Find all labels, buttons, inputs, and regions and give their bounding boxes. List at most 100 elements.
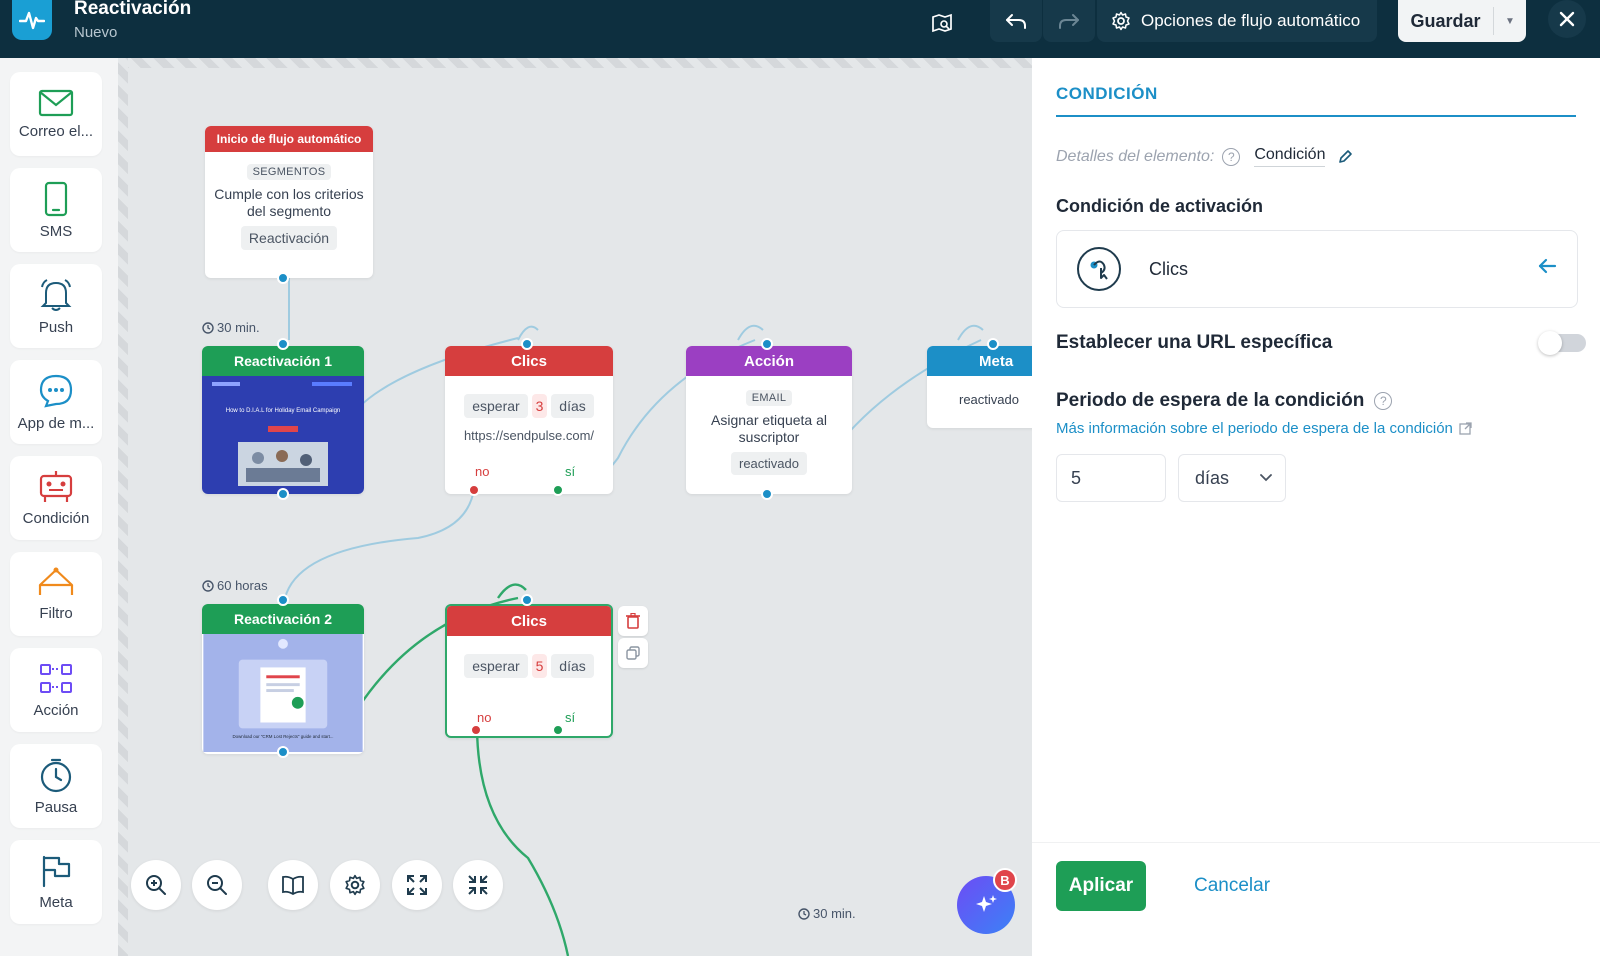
chat-icon [39, 374, 73, 407]
wait-period-label: Periodo de espera de la condición [1056, 390, 1365, 411]
undo-icon [1006, 14, 1026, 29]
segment-name-chip: Reactivación [240, 226, 338, 250]
save-button[interactable]: Guardar [1398, 7, 1494, 35]
redo-icon [1059, 14, 1079, 29]
flow-canvas[interactable]: Inicio de flujo automático SEGMENTOS Cum… [118, 58, 1032, 956]
flow-title[interactable]: Reactivación [74, 0, 191, 20]
email-1-output-port[interactable] [277, 488, 289, 500]
specific-url-label: Establecer una URL específica [1056, 332, 1333, 353]
clicks-1-input-port[interactable] [521, 338, 533, 350]
app-logo[interactable] [12, 0, 52, 40]
clicks-2-yes-port[interactable] [552, 724, 564, 736]
email-2-input-port[interactable] [277, 594, 289, 606]
delay-text-2: 60 horas [217, 578, 268, 593]
tool-email[interactable]: Correo el... [10, 72, 102, 156]
delay-text-1: 30 min. [217, 320, 260, 335]
canvas-settings-button[interactable] [330, 860, 380, 910]
action-input-port[interactable] [761, 338, 773, 350]
action-output-port[interactable] [761, 488, 773, 500]
tool-goal[interactable]: Meta [10, 840, 102, 924]
segment-criteria-text: Cumple con los criterios del segmento [214, 186, 364, 219]
goal-header: Meta [927, 346, 1032, 376]
start-output-port[interactable] [277, 272, 289, 284]
collapse-view-button[interactable] [453, 860, 503, 910]
mail-icon [38, 89, 74, 116]
undo-button[interactable] [990, 0, 1042, 42]
specific-url-toggle[interactable] [1538, 331, 1586, 355]
tool-pause[interactable]: Pausa [10, 744, 102, 828]
flow-options-label: Opciones de flujo automático [1141, 11, 1361, 30]
delay-label-2: 60 horas [202, 578, 268, 593]
clicks-condition-node-1[interactable]: Clics esperar 3 días https://sendpulse.c… [445, 346, 613, 494]
delay-text-3: 30 min. [813, 906, 856, 921]
goal-input-port[interactable] [987, 338, 999, 350]
panel-title-underline [1056, 115, 1576, 117]
close-button[interactable] [1548, 0, 1586, 38]
email-node-2[interactable]: Reactivación 2 Download our "CRM Lost Re… [202, 604, 364, 754]
zoom-in-button[interactable] [131, 860, 181, 910]
apply-button[interactable]: Aplicar [1056, 861, 1146, 911]
wait-period-input[interactable] [1056, 454, 1166, 502]
element-details-label: Detalles del elemento: [1056, 147, 1215, 165]
zoom-in-icon [146, 875, 166, 895]
clicks-2-input-port[interactable] [521, 594, 533, 606]
tool-push[interactable]: Push [10, 264, 102, 348]
redo-button[interactable] [1043, 0, 1095, 42]
gear-icon [345, 874, 365, 896]
tool-condition-label: Condición [22, 509, 90, 527]
tool-sms[interactable]: SMS [10, 168, 102, 252]
clock-icon [798, 907, 810, 920]
panel-title: CONDICIÓN [1056, 84, 1158, 103]
clicks-1-url: https://sendpulse.com/ [463, 428, 595, 443]
clicks-1-wait-label: esperar [464, 394, 528, 418]
activation-condition-selector[interactable]: Clics [1056, 230, 1578, 308]
clicks-1-no-port[interactable] [468, 484, 480, 496]
action-description: Asignar etiqueta al suscriptor [711, 412, 827, 445]
guide-button[interactable] [268, 860, 318, 910]
zoom-out-button[interactable] [192, 860, 242, 910]
save-options-chevron-icon[interactable]: ▼ [1494, 16, 1526, 27]
action-icon [40, 663, 72, 693]
phone-icon [44, 181, 68, 216]
tool-messenger[interactable]: App de m... [10, 360, 102, 444]
tool-action-label: Acción [33, 701, 79, 719]
tool-email-label: Correo el... [18, 122, 94, 140]
action-node[interactable]: Acción EMAIL Asignar etiqueta al suscrip… [686, 346, 852, 494]
delete-node-button[interactable] [618, 606, 648, 636]
tool-filter[interactable]: Filtro [10, 552, 102, 636]
tool-condition[interactable]: Condición [10, 456, 102, 540]
fit-view-button[interactable] [392, 860, 442, 910]
clicks-condition-node-2[interactable]: Clics esperar 5 días no sí [445, 604, 613, 738]
clicks-2-no-port[interactable] [470, 724, 482, 736]
email-node-1[interactable]: Reactivación 1 How to D.I.A.L for Holida… [202, 346, 364, 494]
clicks-1-yes-port[interactable] [552, 484, 564, 496]
flow-start-node[interactable]: Inicio de flujo automático SEGMENTOS Cum… [205, 126, 373, 278]
tool-action[interactable]: Acción [10, 648, 102, 732]
help-icon[interactable]: ? [1222, 147, 1241, 166]
map-button[interactable] [922, 6, 962, 42]
flow-start-header: Inicio de flujo automático [205, 126, 373, 152]
email-1-input-port[interactable] [277, 338, 289, 350]
email-2-output-port[interactable] [277, 746, 289, 758]
cancel-button[interactable]: Cancelar [1194, 861, 1270, 911]
wait-period-info-text: Más información sobre el periodo de espe… [1056, 420, 1453, 437]
arrow-left-icon[interactable] [1537, 257, 1557, 275]
flow-options-button[interactable]: Opciones de flujo automático [1097, 0, 1377, 42]
email-node-2-header: Reactivación 2 [202, 604, 364, 634]
help-icon[interactable]: ? [1374, 392, 1393, 410]
activation-condition-label: Condición de activación [1056, 196, 1264, 216]
element-name[interactable]: Condición [1254, 146, 1326, 167]
ai-notification-badge: B [993, 868, 1017, 892]
wait-period-unit-select[interactable]: días [1178, 454, 1286, 502]
toggle-knob [1538, 331, 1562, 355]
action-tag-chip: reactivado [731, 452, 807, 475]
email-node-1-header: Reactivación 1 [202, 346, 364, 376]
duplicate-node-button[interactable] [618, 638, 648, 668]
wait-period-info-link[interactable]: Más información sobre el periodo de espe… [1056, 420, 1472, 437]
bell-icon [40, 278, 72, 311]
goal-node[interactable]: Meta reactivado [927, 346, 1032, 428]
edit-pencil-icon[interactable] [1337, 149, 1353, 165]
clicks-2-no-label: no [477, 710, 492, 725]
clock-icon [202, 321, 214, 334]
clicks-2-wait-value: 5 [531, 654, 548, 678]
